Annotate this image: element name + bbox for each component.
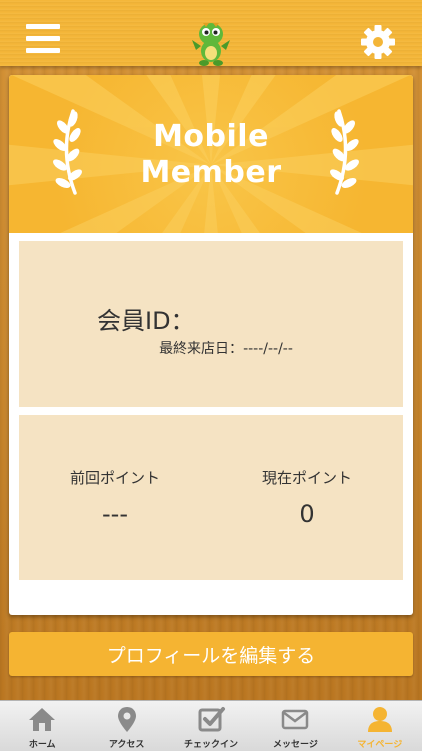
dragon-mascot-logo bbox=[192, 23, 230, 66]
tab-access-label: アクセス bbox=[108, 740, 145, 750]
hamburger-icon[interactable] bbox=[26, 24, 60, 54]
location-pin-icon bbox=[117, 707, 136, 732]
banner-title: Mobile Member bbox=[9, 119, 413, 191]
home-icon bbox=[29, 708, 56, 731]
current-points-label: 現在ポイント bbox=[261, 469, 352, 487]
mail-icon bbox=[282, 709, 309, 730]
tab-checkin[interactable]: チェックイン bbox=[169, 701, 253, 751]
last-visit-value: ----/--/-- bbox=[243, 341, 293, 357]
member-banner: Mobile Member bbox=[9, 75, 413, 233]
edit-profile-button[interactable]: プロフィールを編集する bbox=[9, 632, 413, 676]
person-icon bbox=[367, 707, 392, 732]
member-card: Mobile Member 会員ID： 最終来店日：----/--/-- 前回ポ… bbox=[9, 75, 413, 615]
previous-points: 前回ポイント --- bbox=[19, 467, 211, 528]
tab-home[interactable]: ホーム bbox=[0, 701, 84, 751]
tab-mypage-label: マイページ bbox=[357, 740, 403, 750]
member-id-label: 会員ID： bbox=[97, 307, 195, 335]
tab-message[interactable]: メッセージ bbox=[253, 701, 337, 751]
tab-access[interactable]: アクセス bbox=[84, 701, 168, 751]
tab-message-label: メッセージ bbox=[273, 740, 318, 750]
gear-icon[interactable] bbox=[360, 24, 396, 60]
tab-checkin-label: チェックイン bbox=[184, 740, 239, 750]
points-panel: 前回ポイント --- 現在ポイント 0 bbox=[19, 415, 403, 580]
last-visit: 最終来店日：----/--/-- bbox=[19, 338, 403, 358]
app-header bbox=[0, 0, 422, 66]
member-info-panel: 会員ID： 最終来店日：----/--/-- bbox=[19, 241, 403, 407]
banner-title-line2: Member bbox=[140, 155, 282, 190]
previous-points-value: --- bbox=[102, 500, 128, 528]
current-points-value: 0 bbox=[299, 500, 315, 528]
current-points: 現在ポイント 0 bbox=[211, 467, 403, 528]
banner-title-line1: Mobile bbox=[153, 119, 269, 154]
checkin-icon bbox=[198, 707, 226, 732]
last-visit-label: 最終来店日： bbox=[159, 341, 244, 357]
tab-mypage[interactable]: マイページ bbox=[338, 701, 422, 751]
tab-bar: ホーム アクセス チェックイン メッセージ マイページ bbox=[0, 700, 422, 751]
tab-home-label: ホーム bbox=[28, 740, 56, 750]
previous-points-label: 前回ポイント bbox=[69, 469, 160, 487]
